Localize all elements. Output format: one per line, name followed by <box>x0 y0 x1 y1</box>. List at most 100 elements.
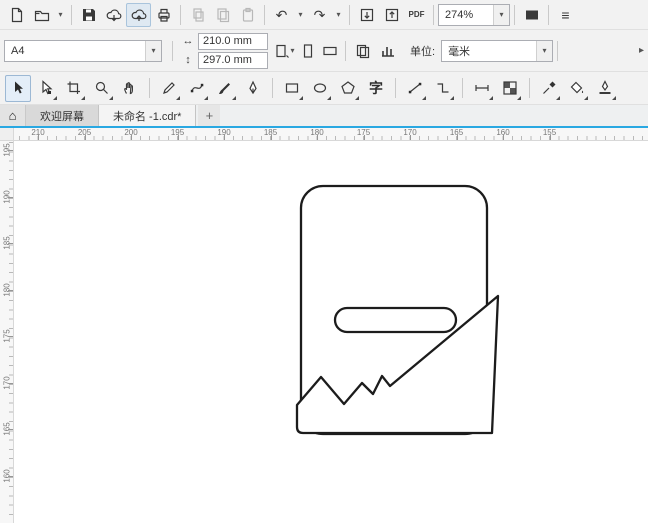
rectangle-tool[interactable] <box>279 75 305 102</box>
save-icon <box>82 8 95 21</box>
connector-tool[interactable] <box>430 75 456 102</box>
open-dropdown[interactable]: ▾ <box>54 3 67 27</box>
page-height-field[interactable]: 297.0 mm <box>198 51 268 69</box>
landscape-button[interactable] <box>319 40 341 62</box>
toolbar-overflow-button[interactable]: ▸ <box>639 45 644 56</box>
drawing-canvas[interactable]: 195 190 185 180 175 170 165 160 <box>0 141 648 523</box>
interactive-fill-tool[interactable] <box>564 75 590 102</box>
dimension-tool[interactable] <box>469 75 495 102</box>
ruler-tick <box>8 150 13 151</box>
new-tab-button[interactable]: + <box>198 105 221 126</box>
import-button[interactable] <box>354 3 379 27</box>
paste-icon <box>242 7 253 22</box>
tab-document[interactable]: 未命名 -1.cdr* <box>99 105 197 126</box>
eyedropper-tool[interactable] <box>536 75 562 102</box>
polygon-tool[interactable] <box>335 75 361 102</box>
pick-tool[interactable] <box>5 74 31 102</box>
export-button[interactable] <box>379 3 404 27</box>
undo-dropdown[interactable]: ▾ <box>294 3 307 27</box>
redo-dropdown[interactable]: ▾ <box>332 3 345 27</box>
text-tool-icon: 字 <box>369 80 383 96</box>
cloud-open-button[interactable] <box>101 3 126 27</box>
tab-document-label: 未命名 -1.cdr* <box>113 110 182 123</box>
separator <box>395 78 396 98</box>
save-button[interactable] <box>76 3 101 27</box>
text-tool[interactable]: 字 <box>363 75 389 102</box>
page-width-field[interactable]: 210.0 mm <box>198 32 268 50</box>
home-button[interactable]: ⌂ <box>0 105 26 126</box>
open-folder-icon <box>34 10 49 21</box>
ruler-tick <box>131 135 132 140</box>
print-button[interactable] <box>151 3 176 27</box>
artwork-drawing[interactable] <box>14 141 648 523</box>
publish-pdf-button[interactable]: PDF <box>404 3 429 27</box>
ellipse-tool[interactable] <box>307 75 333 102</box>
ruler-tick <box>8 196 13 198</box>
vertical-ruler[interactable]: 195 190 185 180 175 170 165 160 <box>0 141 14 523</box>
rectangle-icon <box>285 83 299 93</box>
artwork-pill-slot[interactable] <box>333 306 458 334</box>
cloud-save-button[interactable] <box>126 2 151 27</box>
ruler-corner[interactable] <box>0 128 14 140</box>
shape-tool[interactable] <box>33 75 59 102</box>
page-dimensions: ↔ 210.0 mm ↕ 297.0 mm <box>181 32 268 69</box>
portrait-button[interactable] <box>297 40 319 62</box>
polygon-icon <box>341 81 355 94</box>
units-label: 单位: <box>410 45 436 58</box>
freehand-tool[interactable] <box>156 75 182 102</box>
ruler-tick <box>8 429 13 430</box>
full-screen-preview-button[interactable] <box>519 3 544 27</box>
ruler-tick <box>8 336 13 337</box>
redo-button[interactable]: ↷ <box>307 3 332 27</box>
ruler-tick <box>8 382 13 384</box>
separator <box>514 4 515 25</box>
page-size-dropdown[interactable]: ▾ <box>145 40 161 61</box>
home-icon: ⌂ <box>8 108 17 123</box>
current-page-button[interactable] <box>375 39 400 63</box>
chevron-down-icon: ▾ <box>542 46 547 55</box>
chevron-down-icon: ▾ <box>298 10 303 19</box>
portrait-icon <box>303 43 313 58</box>
paste-button[interactable] <box>235 3 260 27</box>
open-document-button[interactable] <box>29 3 54 27</box>
page-height-value: 297.0 mm <box>203 54 252 66</box>
separator <box>529 78 530 98</box>
bezier-tool[interactable] <box>184 75 210 102</box>
pan-tool[interactable] <box>117 75 143 102</box>
print-icon <box>157 8 170 22</box>
copy-icon <box>216 7 229 22</box>
units-dropdown[interactable]: ▾ <box>536 40 553 61</box>
units-combo[interactable]: 毫米 ▾ <box>441 39 554 62</box>
page-height-icon: ↕ <box>185 54 191 66</box>
property-bar: A4 ▾ ↔ 210.0 mm ↕ 297.0 mm ▾ 单位: 毫米 ▾ ▸ <box>0 30 648 72</box>
undo-button[interactable]: ↶ <box>269 3 294 27</box>
zoom-level-combo[interactable]: 274% ▾ <box>438 3 510 26</box>
copy-button[interactable] <box>210 3 235 27</box>
page-size-combo[interactable]: A4 ▾ <box>4 39 162 62</box>
toolbox: 字 <box>0 72 648 105</box>
all-pages-button[interactable] <box>350 39 375 63</box>
export-icon <box>385 8 398 21</box>
pen-tool[interactable] <box>240 75 266 102</box>
zoom-dropdown-button[interactable]: ▾ <box>493 4 509 25</box>
horizontal-ruler[interactable]: 210 205 200 195 190 185 180 175 170 165 160 155 <box>14 128 648 140</box>
straight-line-tool[interactable] <box>402 75 428 102</box>
view-options-button[interactable]: ≡ <box>553 3 578 27</box>
cut-button[interactable] <box>185 3 210 27</box>
ruler-tick <box>84 135 86 140</box>
zoom-tool[interactable] <box>89 75 115 102</box>
transparency-tool[interactable] <box>497 75 523 102</box>
crop-icon <box>67 81 80 94</box>
crop-tool[interactable] <box>61 75 87 102</box>
page-options-flyout[interactable]: ▾ <box>272 39 297 63</box>
separator <box>462 78 463 98</box>
tab-welcome-screen[interactable]: 欢迎屏幕 <box>26 105 99 126</box>
separator <box>149 78 150 98</box>
cloud-upload-icon <box>131 8 146 21</box>
ruler-tick <box>503 135 504 140</box>
pick-cursor-icon <box>15 81 23 94</box>
artistic-media-tool[interactable] <box>212 75 238 102</box>
new-document-button[interactable] <box>4 3 29 27</box>
paintbrush-icon <box>219 83 230 94</box>
outline-pen-tool[interactable] <box>592 75 618 102</box>
